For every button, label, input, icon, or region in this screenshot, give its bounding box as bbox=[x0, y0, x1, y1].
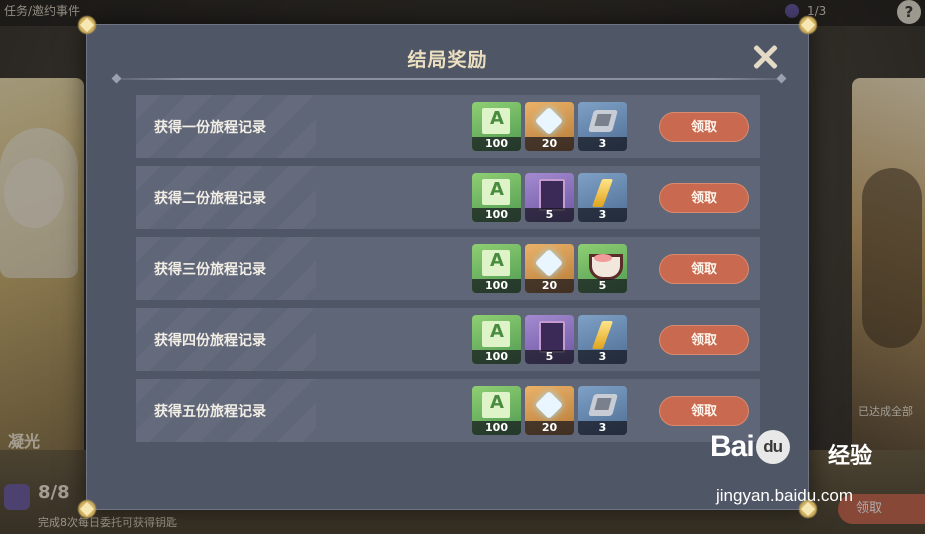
reward-row: 获得五份旅程记录 100 20 3 领取 bbox=[136, 379, 760, 442]
reward-item[interactable]: 5 bbox=[525, 173, 574, 222]
reward-item[interactable]: 3 bbox=[578, 315, 627, 364]
claim-button[interactable]: 领取 bbox=[659, 325, 749, 355]
reward-item[interactable]: 100 bbox=[472, 244, 521, 293]
ending-rewards-dialog: 结局奖励 获得一份旅程记录 100 20 3 领取 获得二份旅程记录 100 5… bbox=[77, 15, 818, 519]
baidu-jingyan-watermark: Bai du 经验 jingyan.baidu.com bbox=[710, 430, 920, 512]
reward-quantity: 20 bbox=[525, 279, 574, 293]
reward-quantity: 5 bbox=[525, 208, 574, 222]
claim-button[interactable]: 领取 bbox=[659, 254, 749, 284]
reward-quantity: 100 bbox=[472, 421, 521, 435]
claim-button[interactable]: 领取 bbox=[659, 183, 749, 213]
reward-row-label: 获得四份旅程记录 bbox=[154, 333, 266, 349]
reward-row-label: 获得一份旅程记录 bbox=[154, 120, 266, 136]
reward-quantity: 100 bbox=[472, 208, 521, 222]
reward-quantity: 5 bbox=[578, 279, 627, 293]
close-icon[interactable] bbox=[751, 43, 779, 71]
reward-item[interactable]: 5 bbox=[525, 315, 574, 364]
reward-quantity: 100 bbox=[472, 350, 521, 364]
title-divider bbox=[117, 78, 781, 80]
reward-item[interactable]: 20 bbox=[525, 386, 574, 435]
reward-row: 获得三份旅程记录 100 20 5 领取 bbox=[136, 237, 760, 300]
claim-button[interactable]: 领取 bbox=[659, 396, 749, 426]
reward-row-label: 获得二份旅程记录 bbox=[154, 191, 266, 207]
watermark-logo-cn: 经验 bbox=[828, 444, 873, 469]
reward-quantity: 20 bbox=[525, 421, 574, 435]
reward-item[interactable]: 20 bbox=[525, 244, 574, 293]
reward-quantity: 3 bbox=[578, 421, 627, 435]
reward-row: 获得二份旅程记录 100 5 3 领取 bbox=[136, 166, 760, 229]
reward-row: 获得四份旅程记录 100 5 3 领取 bbox=[136, 308, 760, 371]
reward-item[interactable]: 100 bbox=[472, 102, 521, 151]
reward-list: 获得一份旅程记录 100 20 3 领取 获得二份旅程记录 100 5 3 领取… bbox=[136, 95, 760, 450]
reward-item[interactable]: 5 bbox=[578, 244, 627, 293]
reward-item[interactable]: 100 bbox=[472, 386, 521, 435]
reward-row-label: 获得三份旅程记录 bbox=[154, 262, 266, 278]
watermark-logo: Bai du bbox=[710, 430, 792, 464]
reward-quantity: 20 bbox=[525, 137, 574, 151]
reward-row-label: 获得五份旅程记录 bbox=[154, 404, 266, 420]
corner-ornament bbox=[77, 499, 97, 519]
reward-item[interactable]: 3 bbox=[578, 173, 627, 222]
reward-quantity: 3 bbox=[578, 208, 627, 222]
reward-quantity: 5 bbox=[525, 350, 574, 364]
reward-quantity: 3 bbox=[578, 350, 627, 364]
corner-ornament bbox=[798, 15, 818, 35]
reward-row: 获得一份旅程记录 100 20 3 领取 bbox=[136, 95, 760, 158]
reward-quantity: 100 bbox=[472, 137, 521, 151]
reward-item[interactable]: 3 bbox=[578, 102, 627, 151]
claim-button[interactable]: 领取 bbox=[659, 112, 749, 142]
corner-ornament bbox=[77, 15, 97, 35]
reward-quantity: 100 bbox=[472, 279, 521, 293]
watermark-url: jingyan.baidu.com bbox=[716, 486, 854, 505]
reward-item[interactable]: 20 bbox=[525, 102, 574, 151]
reward-quantity: 3 bbox=[578, 137, 627, 151]
dialog-title: 结局奖励 bbox=[407, 49, 488, 71]
reward-item[interactable]: 100 bbox=[472, 315, 521, 364]
reward-item[interactable]: 100 bbox=[472, 173, 521, 222]
reward-item[interactable]: 3 bbox=[578, 386, 627, 435]
